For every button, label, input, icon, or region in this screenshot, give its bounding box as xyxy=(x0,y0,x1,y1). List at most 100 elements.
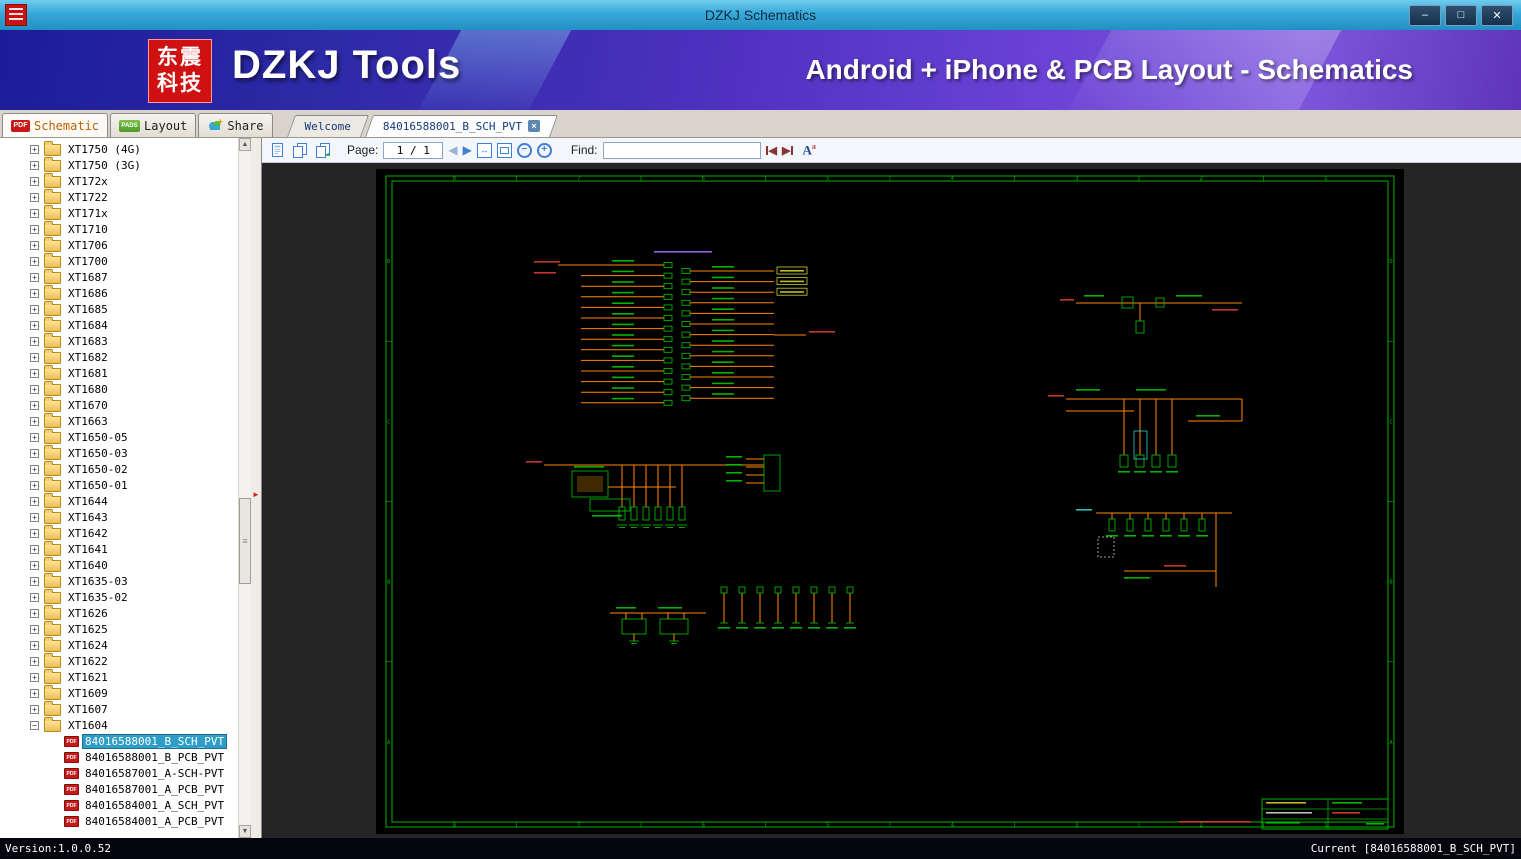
tree-expander-icon[interactable]: + xyxy=(30,512,39,522)
tree-expander-icon[interactable]: + xyxy=(30,656,39,666)
scroll-down-arrow[interactable]: ▼ xyxy=(239,825,251,838)
tree-expander-icon[interactable]: + xyxy=(30,320,39,330)
tree-expander-icon[interactable]: + xyxy=(30,672,39,682)
tree-expander-icon[interactable]: + xyxy=(30,544,39,554)
tree-expander-icon[interactable]: + xyxy=(30,704,39,714)
close-button[interactable]: ✕ xyxy=(1481,4,1513,26)
cascade-pages-icon[interactable] xyxy=(314,142,332,159)
tree-folder-xt1641[interactable]: + XT1641 xyxy=(0,541,238,557)
tree-expander-icon[interactable]: + xyxy=(30,464,39,474)
tree-folder-xt1622[interactable]: + XT1622 xyxy=(0,653,238,669)
tree-expander-icon[interactable]: + xyxy=(30,592,39,602)
tree-folder-xt172x[interactable]: + XT172x xyxy=(0,173,238,189)
tree-folder-xt1626[interactable]: + XT1626 xyxy=(0,605,238,621)
scrollbar-thumb[interactable]: ≡ xyxy=(239,498,251,584)
tree-folder-xt1750-3g[interactable]: + XT1750 (3G) xyxy=(0,157,238,173)
tree-folder-xt1722[interactable]: + XT1722 xyxy=(0,189,238,205)
zoom-out-button[interactable]: − xyxy=(516,142,532,158)
schematic-viewer[interactable]: 8877665544332211DDCCBBAA xyxy=(262,163,1521,838)
tree-expander-icon[interactable]: + xyxy=(30,416,39,426)
tree-folder-xt1621[interactable]: + XT1621 xyxy=(0,669,238,685)
tree-folder-xt1640[interactable]: + XT1640 xyxy=(0,557,238,573)
tree-folder-xt1650-02[interactable]: + XT1650-02 xyxy=(0,461,238,477)
zoom-in-button[interactable]: + xyxy=(536,142,552,158)
tree-expander-icon[interactable]: + xyxy=(30,224,39,234)
collapse-sidebar-icon[interactable]: ► xyxy=(252,490,260,499)
fit-page-button[interactable] xyxy=(496,142,512,158)
tree-folder-xt1700[interactable]: + XT1700 xyxy=(0,253,238,269)
tree-folder-xt1686[interactable]: + XT1686 xyxy=(0,285,238,301)
page-view-icon[interactable] xyxy=(268,142,286,159)
tree-folder-xt1650-03[interactable]: + XT1650-03 xyxy=(0,445,238,461)
tree-folder-xt1624[interactable]: + XT1624 xyxy=(0,637,238,653)
tree-folder-xt1663[interactable]: + XT1663 xyxy=(0,413,238,429)
model-tree[interactable]: + XT1750 (4G) + XT1750 (3G) + XT172x + XT1722 + X… xyxy=(0,138,238,838)
tree-expander-icon[interactable]: + xyxy=(30,272,39,282)
tree-expander-icon[interactable]: + xyxy=(30,480,39,490)
schematic-page[interactable]: 8877665544332211DDCCBBAA xyxy=(376,169,1404,834)
page-input[interactable] xyxy=(383,141,444,159)
scroll-up-arrow[interactable]: ▲ xyxy=(239,138,251,151)
tree-expander-icon[interactable]: + xyxy=(30,144,39,154)
copy-page-icon[interactable] xyxy=(291,142,309,159)
tree-file-84016588001-b-pcb-pvt[interactable]: PDF 84016588001_B_PCB_PVT xyxy=(0,749,238,765)
fit-width-button[interactable]: ↔ xyxy=(476,142,492,158)
tab-schematic[interactable]: PDF Schematic xyxy=(2,113,109,137)
tree-folder-xt1643[interactable]: + XT1643 xyxy=(0,509,238,525)
tree-folder-xt1650-05[interactable]: + XT1650-05 xyxy=(0,429,238,445)
tree-folder-xt1685[interactable]: + XT1685 xyxy=(0,301,238,317)
sidebar-splitter[interactable]: ► xyxy=(251,138,261,838)
tree-expander-icon[interactable]: + xyxy=(30,640,39,650)
tree-folder-xt1635-02[interactable]: + XT1635-02 xyxy=(0,589,238,605)
tree-expander-icon[interactable]: + xyxy=(30,528,39,538)
tree-expander-icon[interactable]: + xyxy=(30,560,39,570)
tree-file-84016584001-a-pcb-pvt[interactable]: PDF 84016584001_A_PCB_PVT xyxy=(0,813,238,829)
tree-expander-icon[interactable]: + xyxy=(30,240,39,250)
tree-expander-icon[interactable]: + xyxy=(30,368,39,378)
tree-file-84016584001-a-sch-pvt[interactable]: PDF 84016584001_A_SCH_PVT xyxy=(0,797,238,813)
tree-expander-icon[interactable]: + xyxy=(30,384,39,394)
tree-expander-icon[interactable]: + xyxy=(30,400,39,410)
doc-tab-welcome[interactable]: Welcome xyxy=(291,115,365,137)
find-previous-button[interactable]: ◀ xyxy=(765,144,777,157)
titlebar[interactable]: DZKJ Schematics – □ ✕ xyxy=(0,0,1521,30)
tree-folder-xt1706[interactable]: + XT1706 xyxy=(0,237,238,253)
tree-expander-icon[interactable]: + xyxy=(30,288,39,298)
tab-share[interactable]: + Share xyxy=(198,113,273,137)
maximize-button[interactable]: □ xyxy=(1445,4,1477,26)
tab-layout[interactable]: PADS Layout xyxy=(110,113,197,137)
tree-folder-xt1609[interactable]: + XT1609 xyxy=(0,685,238,701)
tree-folder-xt1681[interactable]: + XT1681 xyxy=(0,365,238,381)
tree-folder-xt171x[interactable]: + XT171x xyxy=(0,205,238,221)
close-tab-icon[interactable]: × xyxy=(527,120,540,132)
tree-expander-icon[interactable]: + xyxy=(30,256,39,266)
tree-folder-xt1642[interactable]: + XT1642 xyxy=(0,525,238,541)
tree-expander-icon[interactable]: + xyxy=(30,576,39,586)
find-input[interactable] xyxy=(602,141,761,159)
tree-folder-xt1710[interactable]: + XT1710 xyxy=(0,221,238,237)
tree-folder-xt1684[interactable]: + XT1684 xyxy=(0,317,238,333)
tree-folder-xt1604[interactable]: − XT1604 xyxy=(0,717,238,733)
tree-folder-xt1625[interactable]: + XT1625 xyxy=(0,621,238,637)
tree-file-84016587001-a-sch-pvt[interactable]: PDF 84016587001_A-SCH-PVT xyxy=(0,765,238,781)
tree-expander-icon[interactable]: + xyxy=(30,352,39,362)
next-page-button[interactable]: ▶ xyxy=(463,143,472,157)
tree-folder-xt1650-01[interactable]: + XT1650-01 xyxy=(0,477,238,493)
tree-expander-icon[interactable]: + xyxy=(30,448,39,458)
tree-folder-xt1644[interactable]: + XT1644 xyxy=(0,493,238,509)
minimize-button[interactable]: – xyxy=(1409,4,1441,26)
tree-expander-icon[interactable]: + xyxy=(30,496,39,506)
tree-folder-xt1607[interactable]: + XT1607 xyxy=(0,701,238,717)
tree-folder-xt1635-03[interactable]: + XT1635-03 xyxy=(0,573,238,589)
tree-expander-icon[interactable]: + xyxy=(30,160,39,170)
tree-expander-icon[interactable]: + xyxy=(30,336,39,346)
tree-expander-icon[interactable]: + xyxy=(30,304,39,314)
tree-expander-icon[interactable]: + xyxy=(30,624,39,634)
tree-file-84016587001-a-pcb-pvt[interactable]: PDF 84016587001_A_PCB_PVT xyxy=(0,781,238,797)
tree-scrollbar[interactable]: ▲ ≡ ▼ xyxy=(238,138,252,838)
schematic-canvas[interactable]: 8877665544332211D DC CB BA A xyxy=(376,169,1404,834)
tree-expander-icon[interactable]: + xyxy=(30,176,39,186)
tree-expander-icon[interactable]: + xyxy=(30,688,39,698)
tree-folder-xt1750-4g[interactable]: + XT1750 (4G) xyxy=(0,141,238,157)
tree-folder-xt1683[interactable]: + XT1683 xyxy=(0,333,238,349)
